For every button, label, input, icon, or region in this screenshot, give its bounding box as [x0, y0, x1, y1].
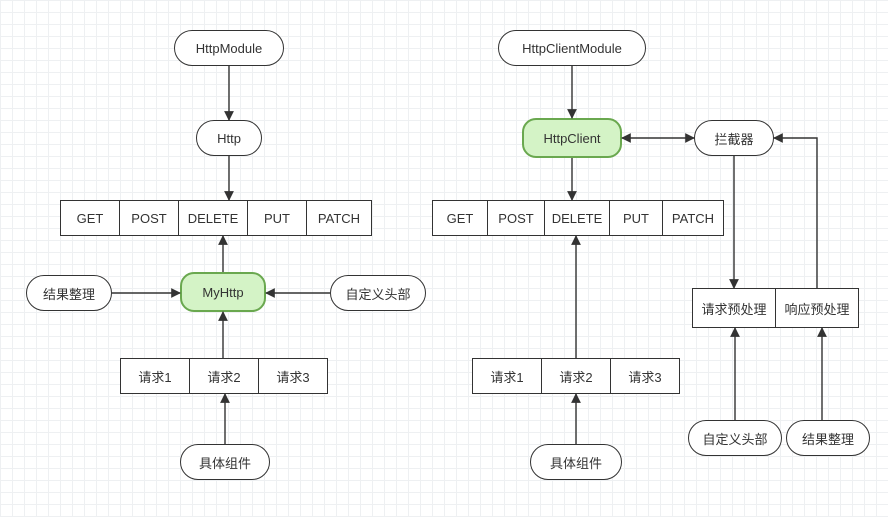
label: MyHttp	[202, 285, 243, 300]
node-concrete-left: 具体组件	[180, 444, 270, 480]
request-2: 请求2	[189, 358, 259, 394]
method-delete: DELETE	[178, 200, 248, 236]
r-request-3: 请求3	[610, 358, 680, 394]
label: PUT	[623, 211, 649, 226]
node-interceptor: 拦截器	[694, 120, 774, 156]
node-http-module: HttpModule	[174, 30, 284, 66]
node-myhttp: MyHttp	[180, 272, 266, 312]
label: POST	[131, 211, 166, 226]
label: HttpClient	[543, 131, 600, 146]
node-custom-header-left: 自定义头部	[330, 275, 426, 311]
node-httpclient-module: HttpClientModule	[498, 30, 646, 66]
label: PATCH	[672, 211, 714, 226]
label: DELETE	[552, 211, 603, 226]
label: 拦截器	[714, 129, 753, 148]
label: 结果整理	[802, 429, 854, 448]
r-method-post: POST	[487, 200, 545, 236]
label: 具体组件	[199, 453, 251, 472]
label: 请求1	[490, 367, 523, 386]
label: GET	[77, 211, 104, 226]
label: GET	[447, 211, 474, 226]
label: 结果整理	[43, 284, 95, 303]
label: 请求3	[276, 367, 309, 386]
method-post: POST	[119, 200, 179, 236]
node-request-pre: 请求预处理	[692, 288, 776, 328]
label: PUT	[264, 211, 290, 226]
label: PATCH	[318, 211, 360, 226]
request-3: 请求3	[258, 358, 328, 394]
node-result-tidy-right: 结果整理	[786, 420, 870, 456]
label: 具体组件	[550, 453, 602, 472]
node-response-pre: 响应预处理	[775, 288, 859, 328]
request-1: 请求1	[120, 358, 190, 394]
r-request-2: 请求2	[541, 358, 611, 394]
node-httpclient: HttpClient	[522, 118, 622, 158]
method-get: GET	[60, 200, 120, 236]
label: POST	[498, 211, 533, 226]
r-method-delete: DELETE	[544, 200, 610, 236]
label: 请求预处理	[701, 299, 766, 318]
node-concrete-right: 具体组件	[530, 444, 622, 480]
label: DELETE	[188, 211, 239, 226]
r-request-1: 请求1	[472, 358, 542, 394]
label: HttpModule	[196, 41, 262, 56]
label: 请求2	[207, 367, 240, 386]
method-put: PUT	[247, 200, 307, 236]
label: 请求1	[138, 367, 171, 386]
label: 请求3	[628, 367, 661, 386]
r-method-patch: PATCH	[662, 200, 724, 236]
node-result-tidy: 结果整理	[26, 275, 112, 311]
r-method-put: PUT	[609, 200, 663, 236]
label: 请求2	[559, 367, 592, 386]
node-http: Http	[196, 120, 262, 156]
label: 自定义头部	[345, 284, 410, 303]
r-method-get: GET	[432, 200, 488, 236]
node-custom-header-right: 自定义头部	[688, 420, 782, 456]
method-patch: PATCH	[306, 200, 372, 236]
label: Http	[217, 131, 241, 146]
label: 自定义头部	[702, 429, 767, 448]
label: HttpClientModule	[522, 41, 622, 56]
label: 响应预处理	[784, 299, 849, 318]
